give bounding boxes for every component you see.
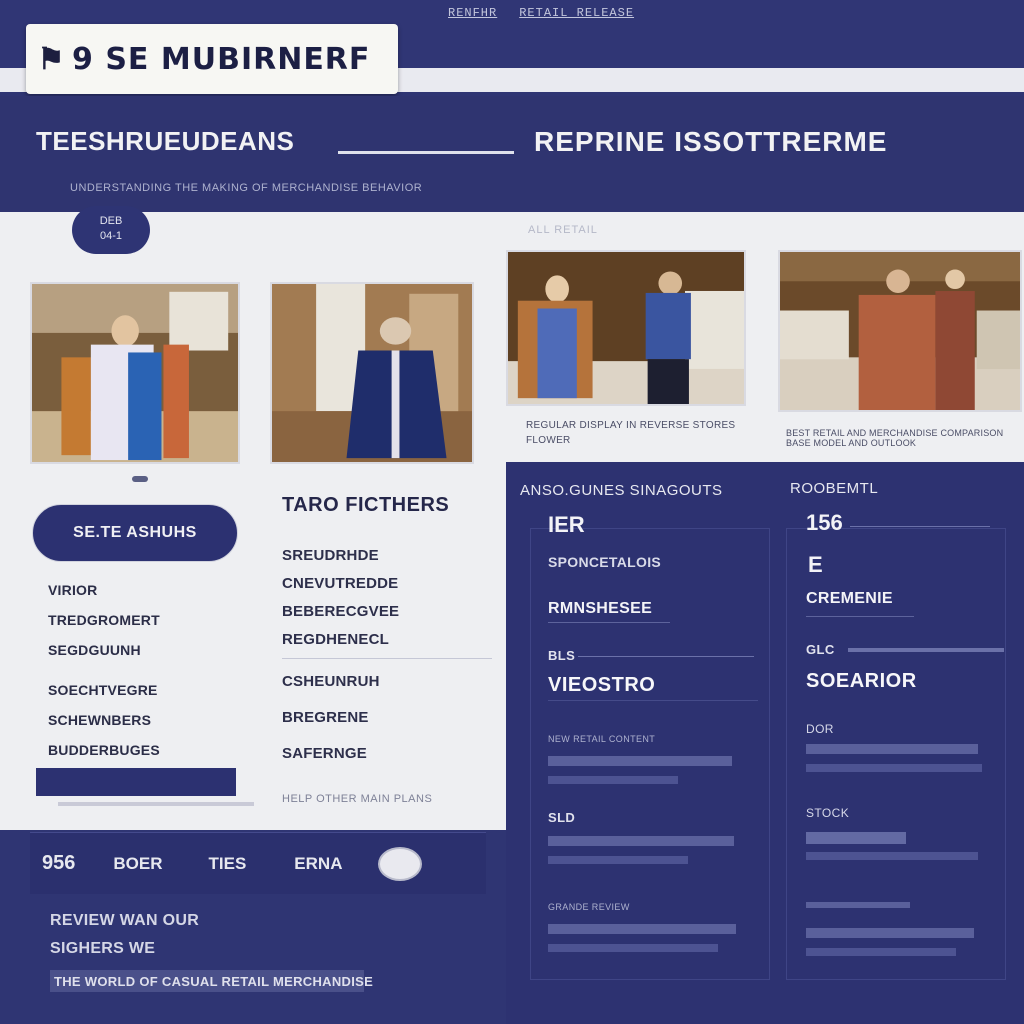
column-a-tiny2: NEW RETAIL CONTENT — [548, 734, 656, 744]
column-a-band-2 — [548, 776, 678, 784]
column-b-line1: CREMENIE — [806, 590, 893, 607]
top-link-2[interactable]: RETAIL RELEASE — [519, 6, 634, 20]
column-b-tiny2: DOR — [806, 722, 834, 736]
middle-list-item[interactable]: REGDHENECL — [282, 631, 492, 659]
left-card-action-bar[interactable] — [36, 768, 236, 796]
top-links: RENFHR RETAIL RELEASE — [448, 6, 634, 20]
column-a-tiny3: SLD — [548, 810, 576, 825]
column-b-tiny1: GLC — [806, 642, 835, 657]
column-b-heading: ROOBEMTL — [790, 480, 879, 497]
column-a-line1: SPONCETALOIS — [548, 554, 662, 570]
photo-4-caption: BEST RETAIL AND MERCHANDISE COMPARISON B… — [786, 428, 1004, 448]
photo-3-caption-line2: FLOWER — [526, 435, 571, 446]
column-b-tiny3: STOCK — [806, 806, 850, 820]
info-column-a — [530, 528, 770, 980]
middle-list-item[interactable]: BEBERECGVEE — [282, 603, 492, 631]
middle-list-item[interactable]: BREGRENE — [282, 709, 492, 745]
carousel-indicator[interactable] — [132, 476, 148, 482]
footer: REVIEW WAN OUR SIGHERS WE — [50, 912, 199, 968]
left-card-bar-shadow — [58, 802, 254, 806]
middle-column-title: TARO FICTHERS — [282, 494, 450, 516]
column-a-tiny1: BLS — [548, 648, 576, 663]
middle-column-footer: HELP OTHER MAIN PLANS — [282, 793, 433, 805]
top-link-1[interactable]: RENFHR — [448, 6, 497, 20]
column-b-figure-2: E — [808, 552, 823, 577]
left-menu-item[interactable]: TREDGROMERT — [48, 612, 160, 642]
store-photo-4-image — [780, 252, 1020, 410]
column-b-band-5 — [806, 902, 910, 908]
column-a-heading: ANSO.GUNES SINAGOUTS — [520, 482, 723, 499]
middle-list-item[interactable]: SREUDRHDE — [282, 547, 492, 575]
column-b-band-4 — [806, 852, 978, 860]
column-a-band-5 — [548, 924, 736, 934]
stats-value-2[interactable]: BOER — [113, 854, 162, 874]
shop-all-button[interactable]: SE.TE ASHUHS — [32, 504, 238, 562]
column-b-band-3 — [806, 832, 906, 844]
left-menu-list: VIRIOR TREDGROMERT SEGDGUUNH SOECHTVEGRE… — [48, 582, 160, 772]
footer-line1: REVIEW WAN OUR — [50, 912, 200, 929]
store-photo-1-image — [32, 284, 238, 462]
column-a-rule-3 — [548, 700, 758, 701]
middle-column: TARO FICTHERS SREUDRHDE CNEVUTREDDE BEBE… — [282, 494, 492, 805]
store-photo-3[interactable] — [506, 250, 746, 406]
hanger-logo-icon: ⚑ — [37, 41, 65, 77]
photo-3-caption-line1: REGULAR DISPLAY IN REVERSE STORES — [526, 420, 736, 431]
column-b-band-7 — [806, 948, 956, 956]
column-b-band-2 — [806, 764, 982, 772]
column-a-tiny4: GRANDE REVIEW — [548, 902, 630, 912]
left-menu-card: SE.TE ASHUHS VIRIOR TREDGROMERT SEGDGUUN… — [30, 500, 254, 810]
column-a-bold: VIEOSTRO — [548, 674, 656, 696]
column-b-figure: 156 — [806, 510, 843, 535]
hero-divider-line — [338, 151, 514, 154]
stats-value-3[interactable]: TIES — [209, 854, 247, 874]
logo-text: 9 SE MUBIRNERF — [72, 41, 371, 77]
date-badge-line2: 04-1 — [99, 230, 123, 242]
footer-line2: SIGHERS WE — [50, 940, 156, 957]
column-b-rule — [850, 526, 990, 527]
column-a-rule — [548, 622, 670, 623]
column-b-band-6 — [806, 928, 974, 938]
panel-caption: ALL RETAIL — [528, 224, 598, 236]
column-a-band-4 — [548, 856, 688, 864]
store-photo-3-image — [508, 252, 744, 404]
footer-line3: THE WORLD OF CASUAL RETAIL MERCHANDISE — [54, 974, 374, 989]
left-menu-item[interactable]: VIRIOR — [48, 582, 160, 612]
column-a-line2: RMNSHESEE — [548, 600, 653, 617]
coin-icon[interactable] — [378, 846, 423, 881]
stats-bar: 956 BOER TIES ERNA — [30, 832, 486, 894]
left-menu-item[interactable]: SEGDGUUNH — [48, 642, 160, 682]
hero-subtitle: UNDERSTANDING THE MAKING OF MERCHANDISE … — [70, 182, 423, 194]
column-b-bold: SOEARIOR — [806, 670, 917, 692]
middle-list-item[interactable]: SAFERNGE — [282, 745, 492, 781]
stats-value-4[interactable]: ERNA — [294, 854, 342, 874]
store-photo-2-image — [272, 284, 472, 462]
stats-value-1: 956 — [42, 852, 76, 874]
middle-list-item[interactable]: CNEVUTREDDE — [282, 575, 492, 603]
store-photo-2[interactable] — [270, 282, 474, 464]
column-a-rule-2 — [578, 656, 754, 657]
date-badge-line1: DEB — [99, 215, 123, 227]
column-a-band-1 — [548, 756, 732, 766]
column-a-band-3 — [548, 836, 734, 846]
column-b-band-1 — [806, 744, 978, 754]
site-logo[interactable]: ⚑ 9 SE MUBIRNERF — [26, 24, 398, 94]
photo-3-caption: REGULAR DISPLAY IN REVERSE STORES FLOWER — [526, 418, 736, 448]
date-badge: DEB 04-1 — [72, 206, 150, 254]
middle-list-item[interactable]: CSHEUNRUH — [282, 673, 492, 709]
left-menu-item[interactable]: SCHEWNBERS — [48, 712, 160, 742]
hero-title-right: REPRINE ISSOTTRERME — [534, 126, 888, 157]
left-menu-item[interactable]: SOECHTVEGRE — [48, 682, 160, 712]
column-b-rule-3 — [848, 648, 1004, 652]
store-photo-1[interactable] — [30, 282, 240, 464]
column-b-rule-2 — [806, 616, 914, 617]
column-a-figure: IER — [548, 512, 585, 537]
hero-title-left: TEESHRUEUDEANS — [36, 126, 295, 156]
column-a-band-6 — [548, 944, 718, 952]
store-photo-4[interactable] — [778, 250, 1022, 412]
hero-banner: TEESHRUEUDEANS REPRINE ISSOTTRERME UNDER… — [0, 96, 1024, 212]
